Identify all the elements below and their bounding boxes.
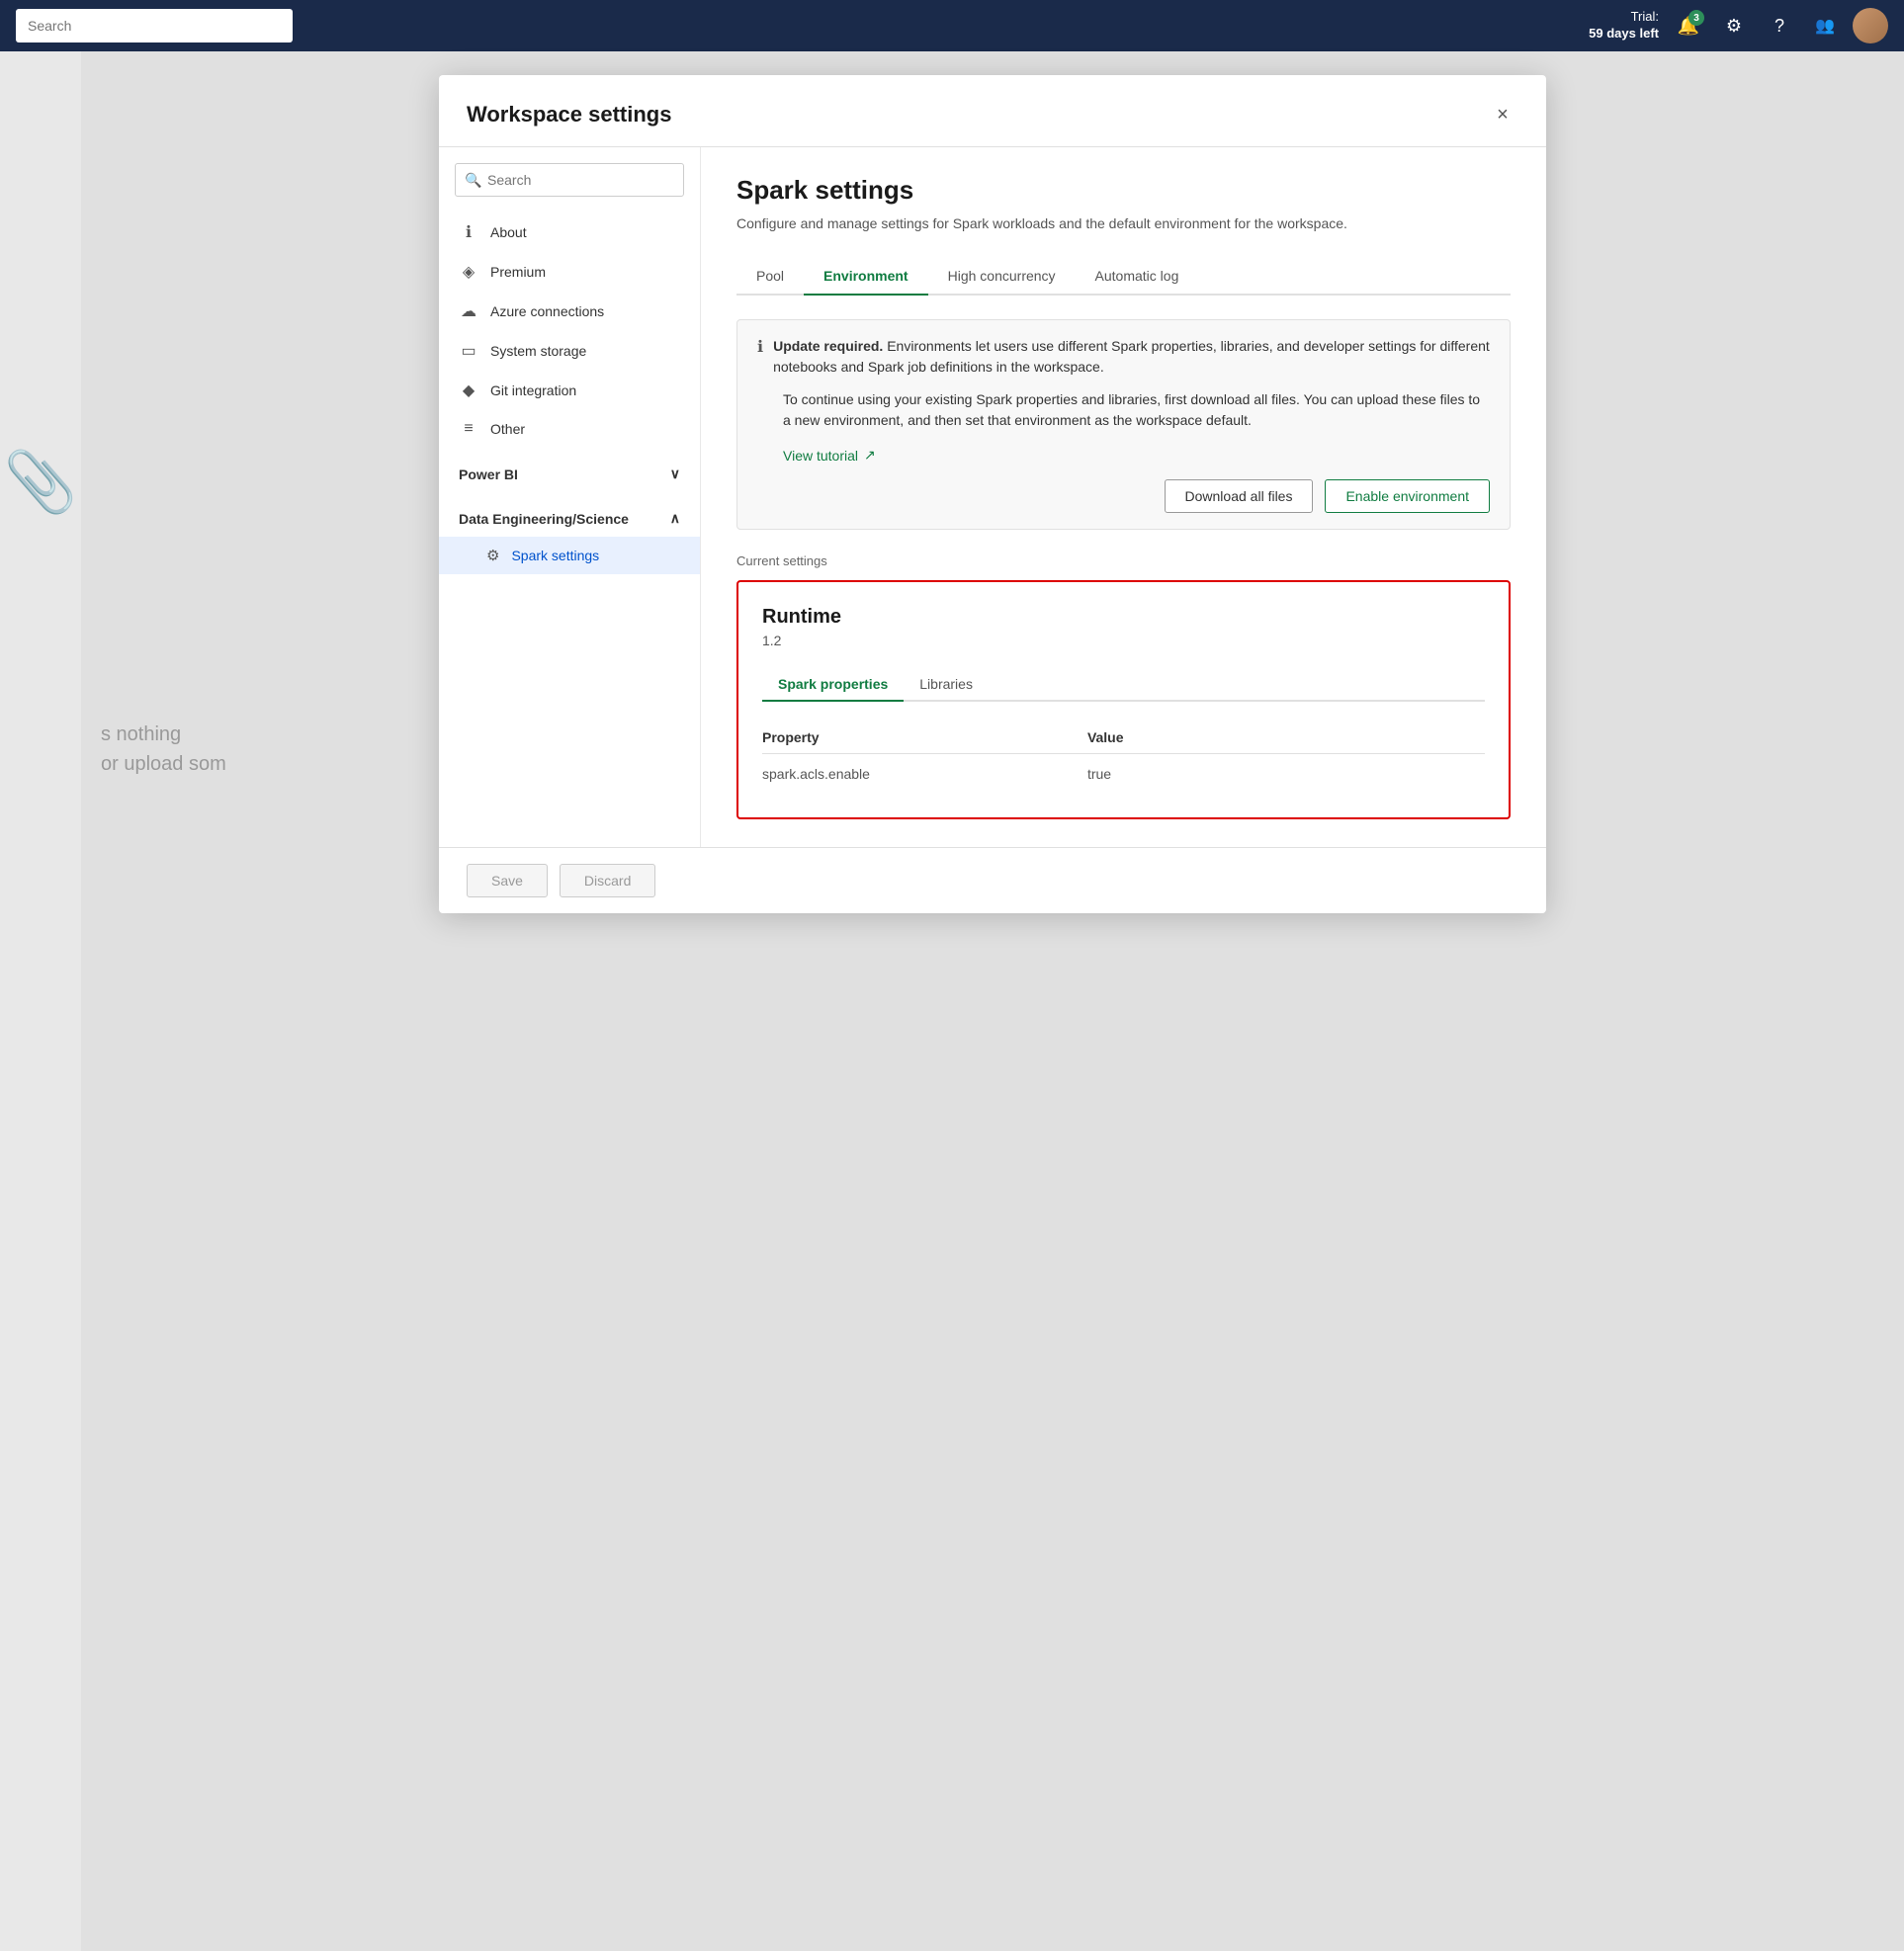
topbar-icons: 🔔 3 ⚙ ? 👥	[1671, 8, 1888, 43]
alert-info-icon: ℹ	[757, 337, 763, 357]
alert-title-text: Update required. Environments let users …	[773, 336, 1490, 378]
sub-tabs: Spark properties Libraries	[762, 668, 1485, 702]
gear-icon: ⚙	[1726, 16, 1742, 37]
storage-icon: ▭	[459, 341, 478, 361]
people-icon: 👥	[1815, 16, 1835, 36]
notifications-button[interactable]: 🔔 3	[1671, 8, 1706, 43]
left-sidebar-bg: 📎	[0, 51, 81, 1951]
git-icon: ◆	[459, 381, 478, 400]
column-header-property: Property	[762, 721, 1087, 754]
sidebar-item-label: System storage	[490, 343, 586, 359]
sidebar-item-about[interactable]: ℹ About	[439, 212, 700, 252]
nav-section-power-bi-header[interactable]: Power BI ∨	[439, 456, 700, 492]
left-nav: 🔍 ℹ About ◈ Premium ☁ Azure connections	[439, 147, 701, 847]
nav-section-label: Data Engineering/Science	[459, 511, 629, 527]
sidebar-item-system-storage[interactable]: ▭ System storage	[439, 331, 700, 371]
paperclip-icon: 📎	[4, 447, 78, 517]
avatar[interactable]	[1853, 8, 1888, 43]
alert-header: ℹ Update required. Environments let user…	[757, 336, 1490, 378]
other-icon: ≡	[459, 420, 478, 438]
sidebar-item-label: About	[490, 224, 527, 240]
help-button[interactable]: ?	[1762, 8, 1797, 43]
sidebar-item-label: Git integration	[490, 382, 576, 398]
runtime-title: Runtime	[762, 606, 1485, 629]
sidebar-item-other[interactable]: ≡ Other	[439, 410, 700, 448]
info-icon: ℹ	[459, 222, 478, 242]
sliders-icon: ⚙	[486, 547, 499, 564]
sidebar-item-spark-settings[interactable]: ⚙ Spark settings	[439, 537, 700, 574]
tabs-container: Pool Environment High concurrency Automa…	[736, 258, 1511, 296]
download-all-files-button[interactable]: Download all files	[1165, 479, 1314, 513]
premium-icon: ◈	[459, 262, 478, 282]
close-button[interactable]: ×	[1487, 99, 1518, 130]
trial-info: Trial: 59 days left	[1589, 9, 1659, 42]
settings-modal: Workspace settings × 🔍 ℹ About	[439, 75, 1546, 913]
settings-button[interactable]: ⚙	[1716, 8, 1752, 43]
topbar: Trial: 59 days left 🔔 3 ⚙ ? 👥	[0, 0, 1904, 51]
question-icon: ?	[1774, 16, 1784, 37]
sidebar-item-azure-connections[interactable]: ☁ Azure connections	[439, 292, 700, 331]
external-link-icon: ↗	[864, 447, 876, 464]
alert-body-text: To continue using your existing Spark pr…	[757, 389, 1490, 431]
sidebar-item-git-integration[interactable]: ◆ Git integration	[439, 371, 700, 410]
chevron-down-icon: ∨	[670, 466, 680, 482]
save-button[interactable]: Save	[467, 864, 548, 897]
view-tutorial-link[interactable]: View tutorial ↗	[757, 447, 1490, 464]
table-row: spark.acls.enable true	[762, 754, 1485, 795]
runtime-version: 1.2	[762, 633, 1485, 648]
enable-environment-button[interactable]: Enable environment	[1325, 479, 1490, 513]
sidebar-item-label: Premium	[490, 264, 546, 280]
modal-header: Workspace settings ×	[439, 75, 1546, 147]
tab-high-concurrency[interactable]: High concurrency	[928, 258, 1076, 296]
discard-button[interactable]: Discard	[560, 864, 655, 897]
settings-panel: Runtime 1.2 Spark properties Libraries P…	[736, 580, 1511, 819]
properties-table: Property Value spark.acls.enable true	[762, 721, 1485, 794]
sidebar-item-label: Azure connections	[490, 303, 604, 319]
nav-section-data-engineering: Data Engineering/Science ∧ ⚙ Spark setti…	[439, 500, 700, 574]
chevron-up-icon: ∧	[670, 510, 680, 527]
right-content: Spark settings Configure and manage sett…	[701, 147, 1546, 847]
azure-icon: ☁	[459, 301, 478, 321]
property-cell: spark.acls.enable	[762, 754, 1087, 795]
modal-title: Workspace settings	[467, 102, 671, 127]
column-header-value: Value	[1087, 721, 1485, 754]
sidebar-item-label: Other	[490, 421, 525, 437]
nav-search-input[interactable]	[455, 163, 684, 197]
close-icon: ×	[1497, 104, 1509, 127]
search-icon: 🔍	[465, 172, 481, 189]
page-description: Configure and manage settings for Spark …	[736, 213, 1511, 234]
sidebar-item-premium[interactable]: ◈ Premium	[439, 252, 700, 292]
topbar-search-input[interactable]	[16, 9, 293, 42]
alert-box: ℹ Update required. Environments let user…	[736, 319, 1511, 530]
sub-tab-libraries[interactable]: Libraries	[904, 668, 989, 702]
tutorial-link-text: View tutorial	[783, 448, 858, 464]
modal-overlay: Workspace settings × 🔍 ℹ About	[81, 51, 1904, 1951]
nav-section-label: Power BI	[459, 467, 518, 482]
nav-section-data-engineering-header[interactable]: Data Engineering/Science ∧	[439, 500, 700, 537]
sub-tab-spark-properties[interactable]: Spark properties	[762, 668, 904, 702]
tab-environment[interactable]: Environment	[804, 258, 928, 296]
alert-actions: Download all files Enable environment	[757, 479, 1490, 513]
value-cell: true	[1087, 754, 1485, 795]
modal-footer: Save Discard	[439, 847, 1546, 913]
nav-section-power-bi: Power BI ∨	[439, 456, 700, 492]
current-settings-label: Current settings	[736, 553, 1511, 568]
search-box: 🔍	[455, 163, 684, 197]
tab-automatic-log[interactable]: Automatic log	[1076, 258, 1199, 296]
page-title: Spark settings	[736, 175, 1511, 206]
modal-body: 🔍 ℹ About ◈ Premium ☁ Azure connections	[439, 147, 1546, 847]
nav-section-children: ⚙ Spark settings	[439, 537, 700, 574]
people-button[interactable]: 👥	[1807, 8, 1843, 43]
notification-badge: 3	[1688, 10, 1704, 26]
sidebar-item-label: Spark settings	[511, 548, 599, 563]
tab-pool[interactable]: Pool	[736, 258, 804, 296]
